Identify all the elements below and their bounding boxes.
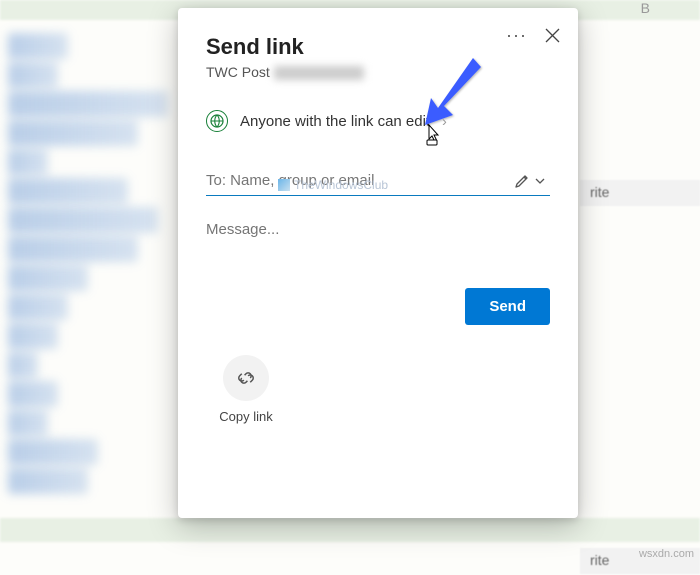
link-icon xyxy=(235,367,257,389)
message-input[interactable] xyxy=(206,221,550,238)
chevron-down-icon xyxy=(534,175,546,187)
logo-square-icon xyxy=(278,179,290,191)
bg-bottom xyxy=(0,518,700,542)
watermark-logo: TheWindowsClub xyxy=(278,178,388,192)
column-header: B xyxy=(641,0,650,16)
close-button[interactable] xyxy=(545,28,560,43)
send-link-dialog: ··· Send link TWC Post Anyone with the l… xyxy=(178,8,578,518)
copy-link-button[interactable]: Copy link xyxy=(206,355,286,424)
more-options-button[interactable]: ··· xyxy=(506,26,527,44)
permission-text: Anyone with the link can edit xyxy=(240,113,430,130)
chevron-right-icon: › xyxy=(442,113,447,129)
dialog-subtitle: TWC Post xyxy=(206,64,550,80)
bg-right: rite rite xyxy=(580,180,700,575)
dialog-title: Send link xyxy=(206,34,550,60)
source-watermark: wsxdn.com xyxy=(639,548,694,560)
edit-permission-button[interactable] xyxy=(510,173,550,189)
send-button[interactable]: Send xyxy=(465,288,550,325)
bg-list xyxy=(0,0,180,497)
close-icon xyxy=(545,28,560,43)
pencil-icon xyxy=(514,173,530,189)
copy-link-label: Copy link xyxy=(219,409,272,424)
globe-icon xyxy=(206,110,228,132)
link-permission-button[interactable]: Anyone with the link can edit › xyxy=(206,110,550,132)
